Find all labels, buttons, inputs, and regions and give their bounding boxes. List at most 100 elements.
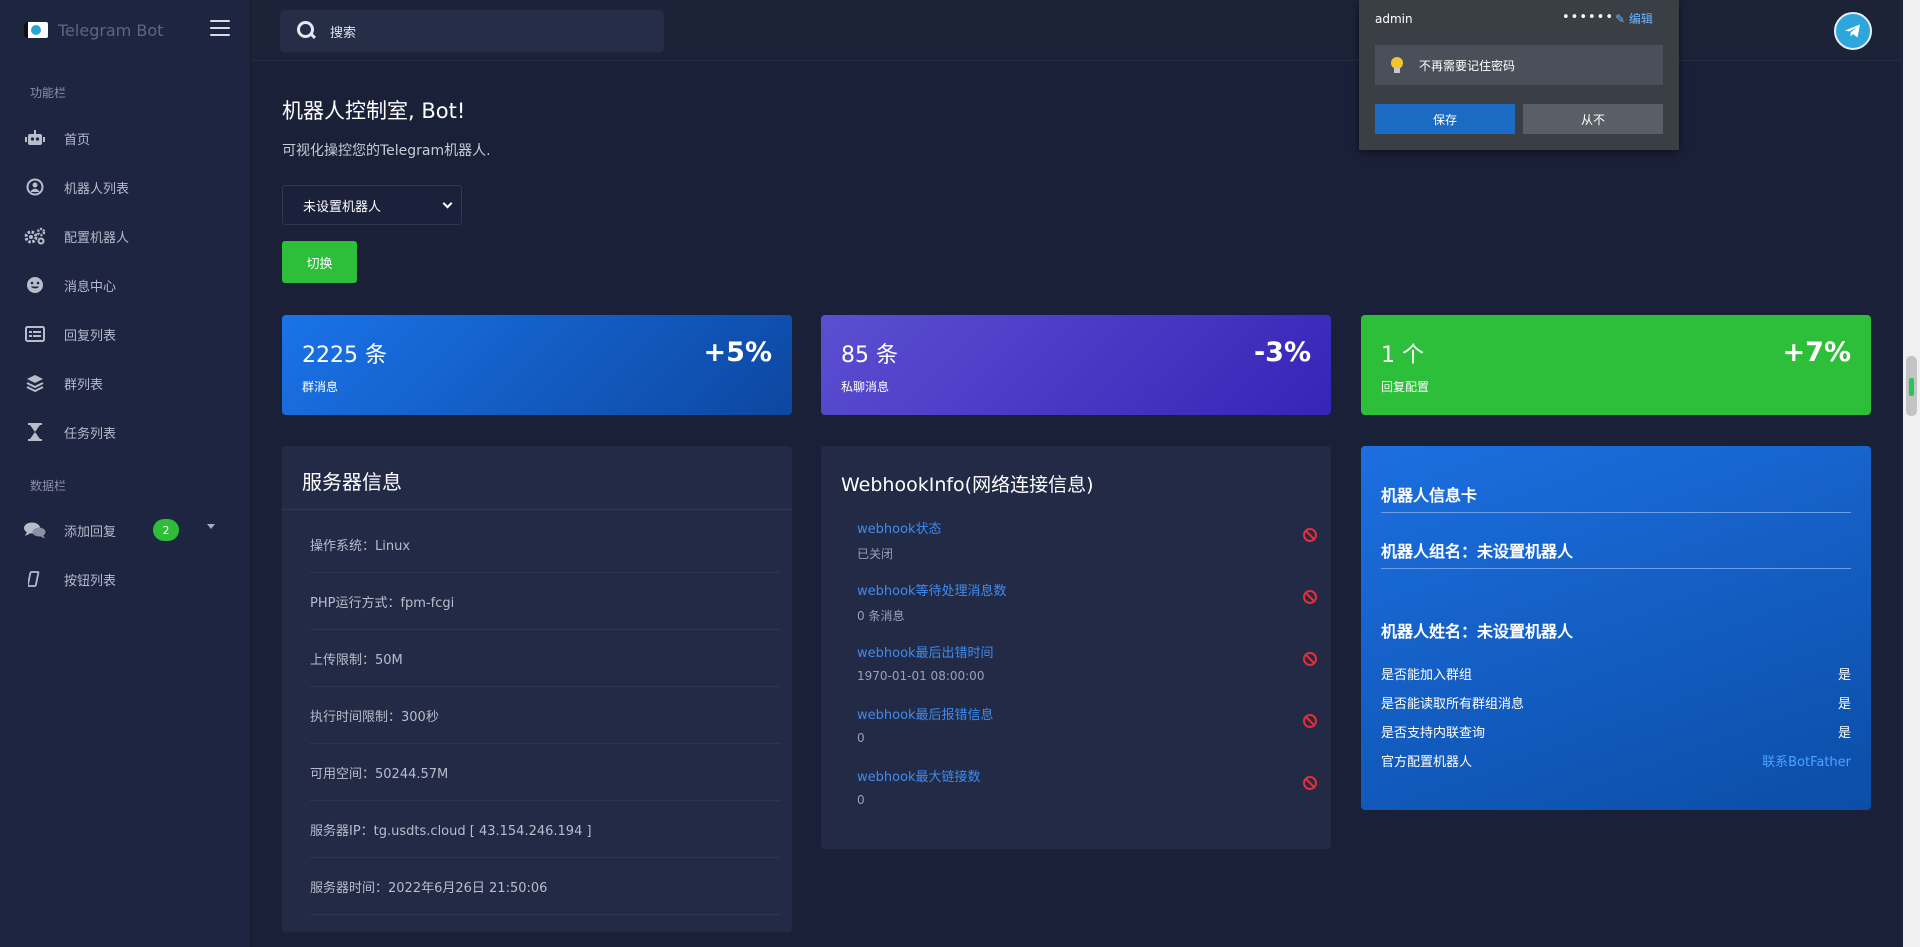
- webhook-key: webhook最后报错信息: [857, 708, 994, 723]
- bot-info-row: 是否能加入群组 是: [1381, 664, 1851, 683]
- sidebar-item-config-bot[interactable]: 配置机器人: [24, 220, 224, 252]
- chevron-down-icon[interactable]: [207, 524, 215, 529]
- bot-info-row: 是否支持内联查询 是: [1381, 722, 1851, 741]
- search-icon: [296, 20, 318, 42]
- sidebar: Telegram Bot 功能栏 首页 机器人列表 配置机器人 消息中心 回复列…: [0, 0, 251, 947]
- stat-change: +5%: [703, 337, 772, 368]
- server-info-row: 服务器IP：tg.usdts.cloud [ 43.154.246.194 ]: [310, 801, 780, 858]
- note-text: 不再需要记住密码: [1419, 58, 1516, 73]
- server-info-row: 上传限制：50M: [310, 630, 780, 687]
- ban-icon: [1303, 652, 1317, 666]
- search-input[interactable]: 搜索: [330, 22, 356, 41]
- server-info-title: 服务器信息: [302, 470, 402, 494]
- stat-label: 回复配置: [1381, 380, 1430, 394]
- saved-password-mask: ••••••: [1562, 10, 1615, 25]
- smile-icon: [24, 274, 46, 296]
- stat-card-reply-config: 1 个 回复配置 +7%: [1361, 315, 1871, 415]
- page-scrollbar[interactable]: [1903, 0, 1920, 947]
- sidebar-item-label: 添加回复: [64, 524, 117, 540]
- menu-toggle-icon[interactable]: [210, 20, 230, 38]
- webhook-key: webhook等待处理消息数: [857, 584, 1007, 599]
- bot-info-label: 是否能读取所有群组消息: [1381, 697, 1525, 712]
- page-subtitle: 可视化操控您的Telegram机器人.: [282, 143, 491, 159]
- sidebar-item-message-center[interactable]: 消息中心: [24, 269, 224, 301]
- sidebar-item-task-list[interactable]: 任务列表: [24, 416, 224, 448]
- server-info-row: 执行时间限制：300秒: [310, 687, 780, 744]
- server-info-card: 服务器信息 操作系统：Linux PHP运行方式：fpm-fcgi 上传限制：5…: [282, 446, 792, 932]
- ban-icon: [1303, 590, 1317, 604]
- server-info-row: PHP运行方式：fpm-fcgi: [310, 573, 780, 630]
- password-note: 不再需要记住密码: [1375, 45, 1663, 85]
- sidebar-item-label: 回复列表: [64, 328, 117, 344]
- webhook-item: webhook状态 已关闭: [857, 518, 1317, 562]
- brand[interactable]: Telegram Bot: [24, 16, 163, 44]
- layers-icon: [24, 372, 46, 394]
- page-title: 机器人控制室, Bot!: [282, 99, 466, 123]
- bot-info-label: 官方配置机器人: [1381, 755, 1473, 770]
- save-password-button[interactable]: 保存: [1375, 104, 1515, 134]
- bot-select-value: 未设置机器人: [303, 199, 382, 215]
- stat-card-group-messages: 2225 条 群消息 +5%: [282, 315, 792, 415]
- sidebar-item-button-list[interactable]: 按钮列表: [24, 563, 224, 595]
- bot-select[interactable]: 未设置机器人: [282, 185, 462, 225]
- sidebar-item-bot-list[interactable]: 机器人列表: [24, 171, 224, 203]
- scrollbar-grip: [1909, 378, 1914, 396]
- stat-card-private-messages: 85 条 私聊消息 -3%: [821, 315, 1331, 415]
- sidebar-item-add-reply[interactable]: 添加回复 2: [24, 514, 224, 546]
- bot-info-row: 是否能读取所有群组消息 是: [1381, 693, 1851, 712]
- sidebar-item-home[interactable]: 首页: [24, 122, 224, 154]
- ban-icon: [1303, 714, 1317, 728]
- server-info-row: 可用空间：50244.57M: [310, 744, 780, 801]
- stat-label: 群消息: [302, 380, 339, 394]
- bot-info-value: 是: [1837, 668, 1851, 683]
- server-info-row: 服务器时间：2022年6月26日 21:50:06: [310, 858, 780, 915]
- stat-value: 1 个: [1381, 343, 1424, 368]
- sidebar-item-reply-list[interactable]: 回复列表: [24, 318, 224, 350]
- sidebar-item-label: 群列表: [64, 377, 104, 393]
- switch-button[interactable]: 切换: [282, 241, 357, 283]
- webhook-item: webhook最大链接数 0: [857, 766, 1317, 807]
- telegram-logo-icon: [24, 22, 48, 38]
- webhook-value: 1970-01-01 08:00:00: [857, 669, 985, 683]
- bot-info-row: 官方配置机器人 联系BotFather: [1381, 751, 1851, 770]
- chevron-down-icon: [442, 198, 453, 208]
- sidebar-item-label: 消息中心: [64, 279, 117, 295]
- webhook-info-card: WebhookInfo(网络连接信息) webhook状态 已关闭 webhoo…: [821, 446, 1331, 849]
- sidebar-item-label: 任务列表: [64, 426, 117, 442]
- never-save-button[interactable]: 从不: [1523, 104, 1663, 134]
- sidebar-item-group-list[interactable]: 群列表: [24, 367, 224, 399]
- bot-info-title: 机器人信息卡: [1381, 486, 1478, 505]
- stat-value: 85 条: [841, 343, 898, 368]
- webhook-info-title: WebhookInfo(网络连接信息): [841, 474, 1094, 496]
- count-badge: 2: [153, 519, 179, 541]
- bot-group-name: 机器人组名：未设置机器人: [1381, 542, 1574, 561]
- divider: [1381, 568, 1851, 569]
- webhook-key: webhook最大链接数: [857, 770, 981, 785]
- webhook-item: webhook最后出错时间 1970-01-01 08:00:00: [857, 642, 1317, 683]
- comments-icon: [24, 519, 46, 541]
- sidebar-item-label: 机器人列表: [64, 181, 130, 197]
- sidebar-item-label: 配置机器人: [64, 230, 130, 246]
- webhook-item: webhook最后报错信息 0: [857, 704, 1317, 745]
- webhook-key: webhook状态: [857, 522, 942, 537]
- robot-icon: [24, 127, 46, 149]
- divider: [1381, 512, 1851, 513]
- edit-password-link[interactable]: ✎ 编辑: [1615, 10, 1653, 27]
- webhook-value: 0: [857, 731, 865, 745]
- saved-username: admin: [1375, 12, 1413, 26]
- hourglass-icon: [24, 421, 46, 443]
- bot-info-card: 机器人信息卡 机器人组名：未设置机器人 机器人姓名：未设置机器人 是否能加入群组…: [1361, 446, 1871, 810]
- lightbulb-icon: [1391, 57, 1403, 73]
- app-title: Telegram Bot: [58, 20, 164, 40]
- search-bar[interactable]: 搜索: [280, 10, 664, 52]
- bot-info-label: 是否能加入群组: [1381, 668, 1473, 683]
- ban-icon: [1303, 776, 1317, 790]
- mobile-icon: [24, 568, 46, 590]
- bot-info-label: 是否支持内联查询: [1381, 726, 1486, 741]
- divider: [282, 509, 792, 510]
- webhook-value: 0: [857, 793, 865, 807]
- stat-value: 2225 条: [302, 343, 387, 368]
- telegram-icon[interactable]: [1834, 12, 1872, 50]
- webhook-key: webhook最后出错时间: [857, 646, 994, 661]
- contact-botfather-link[interactable]: 联系BotFather: [1762, 751, 1851, 770]
